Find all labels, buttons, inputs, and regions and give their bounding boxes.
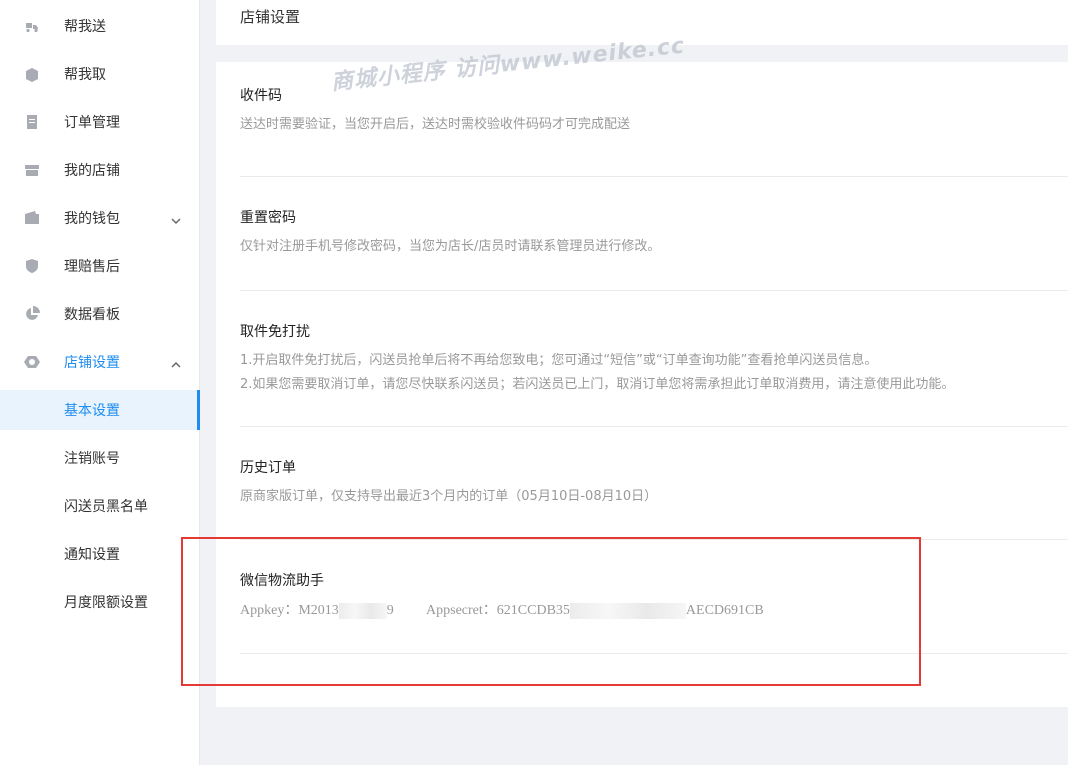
sidebar-item-store-settings[interactable]: 店铺设置 (0, 342, 200, 382)
appkey-value-start: M2013 (298, 603, 339, 618)
sidebar-item-label: 订单管理 (64, 115, 120, 131)
sidebar-subitem-basic-settings[interactable]: 基本设置 (0, 390, 200, 430)
section-wechat-logistics: 微信物流助手 Appkey：M2013 9 Appsecret：621CCDB35… (240, 571, 1068, 621)
chevron-up-icon (170, 356, 182, 368)
wallet-icon (24, 210, 40, 226)
store-icon (24, 162, 40, 178)
sidebar-subitem-label: 注销账号 (64, 451, 120, 467)
chevron-down-icon (170, 212, 182, 225)
wechat-keys: Appkey：M2013 9 Appsecret：621CCDB35 AECD691… (240, 601, 1068, 621)
appsecret-value-end: AECD691CB (685, 603, 764, 618)
section-title: 微信物流助手 (240, 573, 324, 589)
sidebar-item-label: 帮我送 (64, 19, 106, 35)
section-title: 历史订单 (240, 460, 296, 476)
divider (240, 653, 1068, 654)
settings-card: 收件码 送达时需要验证，当您开启后，送达时需校验收件码码才可完成配送 重置密码 … (216, 62, 1068, 707)
divider (240, 426, 1068, 427)
order-icon (24, 114, 40, 130)
redacted-blur (569, 602, 686, 619)
scooter-icon (24, 18, 40, 34)
sidebar-item-dashboard[interactable]: 数据看板 (0, 294, 200, 334)
sidebar-subitem-cancel-account[interactable]: 注销账号 (0, 438, 200, 478)
sidebar-item-wallet[interactable]: 我的钱包 (0, 198, 200, 238)
sidebar-item-label: 我的钱包 (64, 211, 120, 227)
sidebar-item-claims[interactable]: 理赔售后 (0, 246, 200, 286)
sidebar-item-label: 帮我取 (64, 67, 106, 83)
divider (240, 290, 1068, 291)
appsecret-value-start: 621CCDB35 (496, 603, 570, 618)
sidebar-item-label: 店铺设置 (64, 355, 120, 371)
sidebar-subitem-notification-settings[interactable]: 通知设置 (0, 534, 200, 574)
sidebar-subitem-label: 闪送员黑名单 (64, 499, 148, 515)
sidebar-item-label: 我的店铺 (64, 163, 120, 179)
sidebar-subitem-label: 通知设置 (64, 547, 120, 563)
appkey-value-end: 9 (386, 603, 394, 618)
redacted-blur (338, 602, 387, 619)
sidebar-item-label: 数据看板 (64, 307, 120, 323)
sidebar-subitem-label: 月度限额设置 (64, 595, 148, 611)
section-title: 取件免打扰 (240, 324, 310, 340)
section-receipt-code[interactable]: 收件码 送达时需要验证，当您开启后，送达时需校验收件码码才可完成配送 (240, 86, 1068, 136)
section-pickup-dnd[interactable]: 取件免打扰 1.开启取件免打扰后，闪送员抢单后将不再给您致电；您可通过“短信”或… (240, 322, 1068, 396)
sidebar-item-label: 理赔售后 (64, 259, 120, 275)
sidebar: 帮我送 帮我取 订单管理 我的店铺 我的钱包 理赔售后 数据看板 店铺设置 基本… (0, 0, 200, 765)
section-title: 重置密码 (240, 210, 296, 226)
section-desc: 原商家版订单，仅支持导出最近3个月内的订单（05月10日-08月10日） (240, 489, 658, 504)
appsecret-label: Appsecret： (426, 603, 497, 618)
sidebar-item-pickup[interactable]: 帮我取 (0, 54, 200, 94)
divider (240, 539, 1068, 540)
divider (240, 176, 1068, 177)
sidebar-item-orders[interactable]: 订单管理 (0, 102, 200, 142)
sidebar-subitem-courier-blacklist[interactable]: 闪送员黑名单 (0, 486, 200, 526)
sidebar-subitem-label: 基本设置 (64, 403, 120, 419)
pie-chart-icon (24, 306, 40, 322)
sidebar-item-store[interactable]: 我的店铺 (0, 150, 200, 190)
section-history-orders[interactable]: 历史订单 原商家版订单，仅支持导出最近3个月内的订单（05月10日-08月10日… (240, 458, 1068, 508)
section-reset-password[interactable]: 重置密码 仅针对注册手机号修改密码，当您为店长/店员时请联系管理员进行修改。 (240, 208, 1068, 258)
settings-icon (24, 354, 40, 370)
section-desc-line-1: 1.开启取件免打扰后，闪送员抢单后将不再给您致电；您可通过“短信”或“订单查询功… (240, 353, 878, 368)
shield-icon (24, 258, 40, 274)
appkey-label: Appkey： (240, 603, 299, 618)
sidebar-item-send[interactable]: 帮我送 (0, 6, 200, 46)
page-title: 店铺设置 (240, 8, 301, 26)
package-icon (24, 66, 40, 82)
section-desc-line-2: 2.如果您需要取消订单，请您尽快联系闪送员；若闪送员已上门，取消订单您将需承担此… (240, 377, 955, 392)
sidebar-subitem-monthly-limit[interactable]: 月度限额设置 (0, 582, 200, 622)
section-desc: 送达时需要验证，当您开启后，送达时需校验收件码码才可完成配送 (240, 117, 631, 132)
section-desc: 仅针对注册手机号修改密码，当您为店长/店员时请联系管理员进行修改。 (240, 239, 661, 254)
